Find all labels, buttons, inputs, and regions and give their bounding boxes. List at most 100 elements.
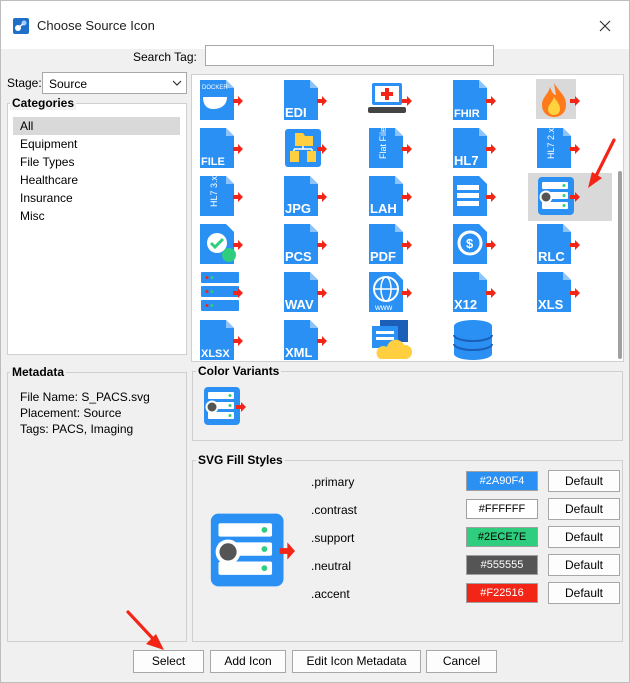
icon-tile-fhir[interactable]: FHIR: [450, 77, 496, 123]
icon-tile-database[interactable]: [450, 317, 496, 361]
category-item-all[interactable]: All: [13, 117, 180, 135]
scrollbar-thumb[interactable]: [618, 171, 622, 359]
svg-fill-styles-title: SVG Fill Styles: [196, 453, 285, 467]
svg-text:Flat File: Flat File: [378, 127, 388, 159]
svg-text:LAH: LAH: [370, 201, 397, 216]
medical-laptop-icon: [366, 77, 412, 126]
icon-tile-server-list[interactable]: [450, 173, 496, 219]
cloud-windows-icon: [366, 317, 413, 361]
svg-text:HL7 3.x: HL7 3.x: [209, 175, 219, 207]
icon-tile-hl7-3x[interactable]: HL7 3.x: [197, 173, 243, 219]
folder-split-icon: [281, 125, 327, 174]
category-item-healthcare[interactable]: Healthcare: [13, 171, 180, 189]
icon-tile-lah[interactable]: LAH: [366, 173, 412, 219]
icon-tile-server-rack[interactable]: [197, 269, 243, 315]
annotation-arrow-icon: [588, 138, 616, 188]
category-item-insurance[interactable]: Insurance: [13, 189, 180, 207]
close-icon[interactable]: [591, 13, 619, 39]
icon-tile-jpg[interactable]: JPG: [281, 173, 327, 219]
pdf-icon: PDF: [366, 221, 412, 270]
svg-text:$: $: [466, 236, 474, 251]
svg-text:FILE: FILE: [201, 156, 225, 168]
svg-text:XLSX: XLSX: [201, 348, 230, 360]
fhir-icon: FHIR: [450, 77, 496, 126]
fill-style-label-neutral: .neutral: [311, 559, 352, 573]
wav-icon: WAV: [281, 269, 327, 318]
category-item-file-types[interactable]: File Types: [13, 153, 180, 171]
metadata-tags: Tags: PACS, Imaging: [20, 422, 134, 436]
icon-tile-edi[interactable]: EDI: [281, 77, 327, 123]
payment-cycle-icon: $: [450, 221, 496, 270]
icon-tile-wav[interactable]: WAV: [281, 269, 327, 315]
icon-tile-insurance-check[interactable]: [197, 221, 243, 267]
icon-tile-file[interactable]: FILE: [197, 125, 243, 171]
color-variants-box: [192, 371, 623, 441]
icon-tile-rlc[interactable]: RLC: [534, 221, 580, 267]
annotation-arrow-icon: [126, 610, 164, 650]
cancel-button[interactable]: Cancel: [426, 650, 497, 673]
icon-tile-x12[interactable]: X12: [450, 269, 496, 315]
svg-text:PDF: PDF: [370, 249, 396, 264]
fill-style-swatch-accent[interactable]: #F22516: [466, 583, 538, 603]
fill-style-default-button-neutral[interactable]: Default: [548, 554, 620, 576]
fill-style-label-contrast: .contrast: [311, 503, 358, 517]
icon-grid-scrollbar[interactable]: [616, 75, 623, 361]
fill-style-default-button-primary[interactable]: Default: [548, 470, 620, 492]
pacs-icon: [534, 173, 580, 222]
select-button[interactable]: Select: [133, 650, 204, 673]
categories-title: Categories: [10, 96, 77, 110]
server-list-icon: [450, 173, 496, 222]
fill-style-label-support: .support: [311, 531, 355, 545]
fill-style-swatch-primary[interactable]: #2A90F4: [466, 471, 538, 491]
color-variant-pacs-icon[interactable]: [200, 383, 246, 427]
svg-text:JPG: JPG: [285, 201, 311, 216]
icon-tile-cloud-windows[interactable]: [366, 317, 413, 361]
edi-icon: EDI: [281, 77, 327, 126]
icon-tile-folder-split[interactable]: [281, 125, 327, 171]
fill-style-swatch-neutral[interactable]: #555555: [466, 555, 538, 575]
stage-label: Stage:: [7, 76, 42, 90]
icon-tile-fire[interactable]: [534, 77, 580, 123]
file-icon: FILE: [197, 125, 243, 174]
category-item-misc[interactable]: Misc: [13, 207, 180, 225]
svg-text:HL7: HL7: [454, 153, 479, 168]
add-icon-button[interactable]: Add Icon: [210, 650, 286, 673]
icon-tile-medical-laptop[interactable]: [366, 77, 412, 123]
icon-tile-docker[interactable]: DOCKER: [197, 77, 243, 123]
metadata-title: Metadata: [10, 365, 67, 379]
stage-select[interactable]: Source: [42, 72, 187, 94]
icon-tile-xml[interactable]: XML: [281, 317, 327, 361]
flat-file-icon: Flat File: [366, 125, 412, 174]
search-tag-label: Search Tag:: [133, 50, 197, 64]
rlc-icon: RLC: [534, 221, 580, 270]
icon-tile-hl7[interactable]: HL7: [450, 125, 496, 171]
icon-tile-pdf[interactable]: PDF: [366, 221, 412, 267]
fill-style-swatch-support[interactable]: #2ECE7E: [466, 527, 538, 547]
metadata-placement: Placement: Source: [20, 406, 122, 420]
fill-style-swatch-contrast[interactable]: #FFFFFF: [466, 499, 538, 519]
svg-text:HL7 2.x: HL7 2.x: [546, 127, 556, 159]
www-icon: www: [366, 269, 412, 318]
icon-tile-flat-file[interactable]: Flat File: [366, 125, 412, 171]
icon-tile-xls[interactable]: XLS: [534, 269, 580, 315]
fill-style-label-primary: .primary: [311, 475, 355, 489]
server-rack-icon: [197, 269, 243, 318]
window-title: Choose Source Icon: [37, 18, 155, 33]
icon-tile-xlsx[interactable]: XLSX: [197, 317, 243, 361]
search-tag-input[interactable]: [205, 45, 494, 66]
edit-icon-metadata-button[interactable]: Edit Icon Metadata: [292, 650, 421, 673]
fill-style-default-button-support[interactable]: Default: [548, 526, 620, 548]
icon-tile-payment-cycle[interactable]: $: [450, 221, 496, 267]
xml-icon: XML: [281, 317, 327, 361]
title-bar: Choose Source Icon: [1, 1, 629, 49]
icon-tile-hl7-2x[interactable]: HL7 2.x: [534, 125, 580, 171]
xlsx-icon: XLSX: [197, 317, 243, 361]
svg-text:XML: XML: [285, 345, 313, 360]
category-item-equipment[interactable]: Equipment: [13, 135, 180, 153]
pacs-large-icon: [210, 513, 295, 587]
icon-tile-pcs[interactable]: PCS: [281, 221, 327, 267]
fill-style-default-button-accent[interactable]: Default: [548, 582, 620, 604]
x12-icon: X12: [450, 269, 496, 318]
icon-tile-www[interactable]: www: [366, 269, 412, 315]
fill-style-default-button-contrast[interactable]: Default: [548, 498, 620, 520]
